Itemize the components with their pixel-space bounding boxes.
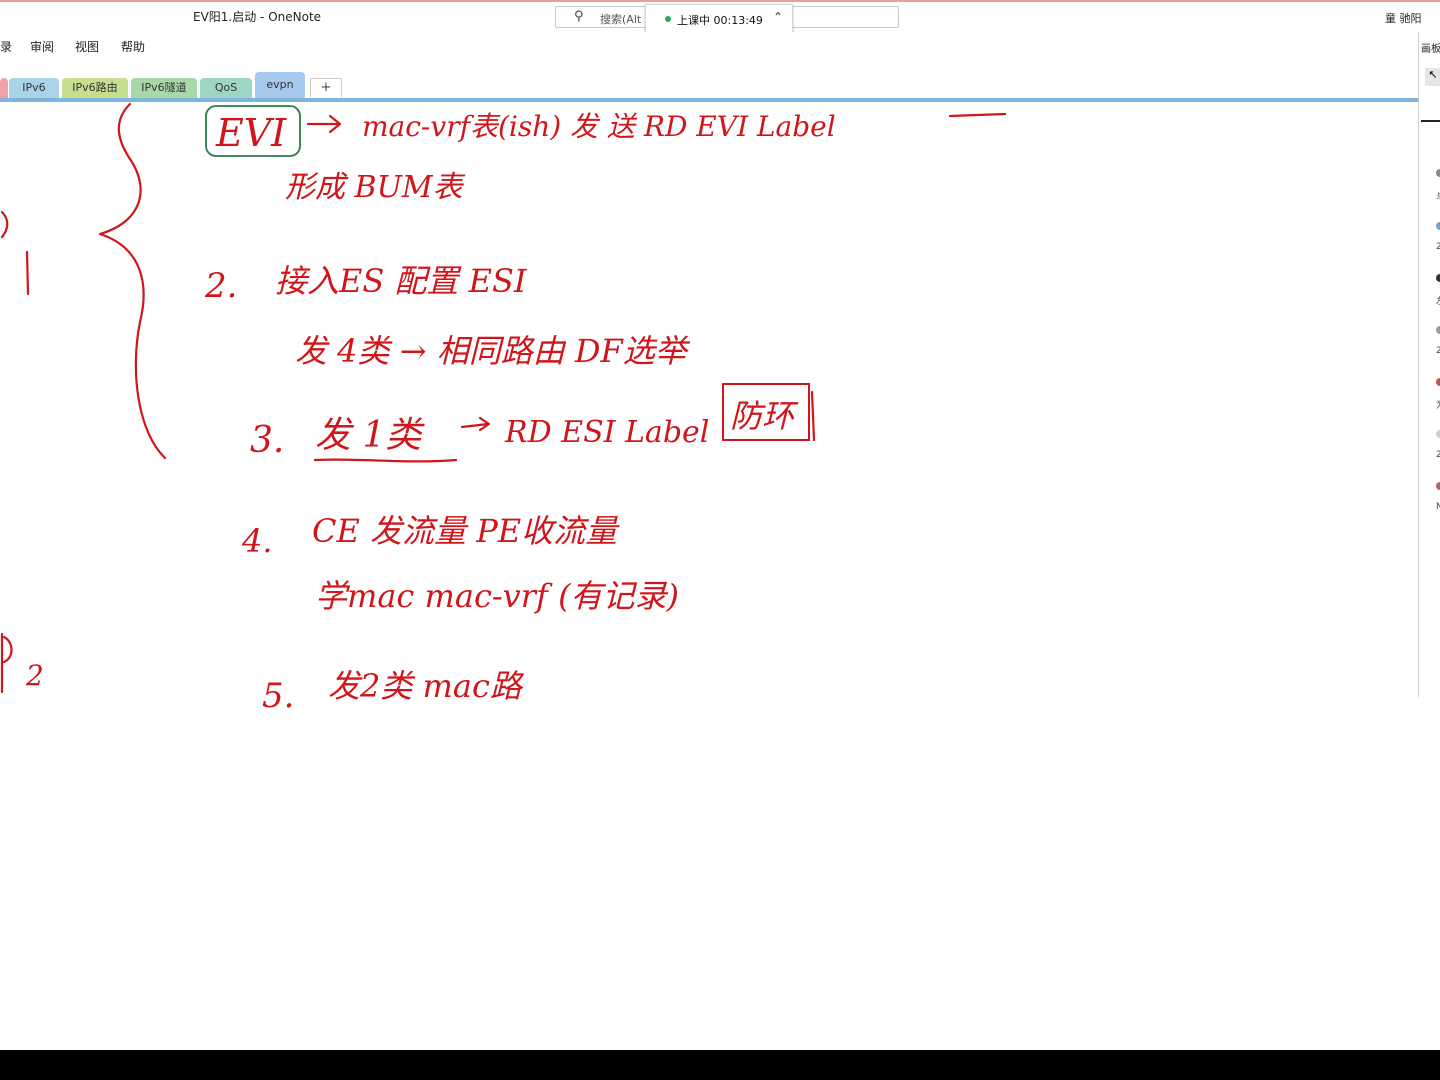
note-canvas[interactable]: 2 EVI mac-vrf表(ish) 发 送 RD EVI Label 形成 … <box>0 102 1418 1050</box>
tab-ipv6[interactable]: IPv6 <box>9 78 59 98</box>
ribbon-menu: 录 审阅 视图 帮助 <box>0 32 1420 60</box>
participant-initial: 与 <box>1436 190 1440 203</box>
participant-avatar[interactable] <box>1436 482 1440 490</box>
item-5-number: 5. <box>262 676 294 716</box>
left-stroke-2 <box>25 250 30 296</box>
left-stroke-1 <box>0 210 9 239</box>
participant-initial: 2 <box>1436 242 1440 252</box>
recording-status-icon <box>665 16 671 22</box>
side-panel-divider <box>1421 120 1440 122</box>
tab-partial[interactable] <box>0 78 8 98</box>
bottom-black-bar <box>0 1050 1440 1080</box>
search-icon: ⚲ <box>574 9 584 24</box>
item-5-text: 发2类 mac路 <box>328 667 525 705</box>
item-4-text: CE 发流量 PE收流量 <box>312 512 620 550</box>
menu-item-view[interactable]: 视图 <box>75 38 99 55</box>
tab-ipv6-routing[interactable]: IPv6路由 <box>62 78 128 98</box>
class-recorder-widget[interactable]: 上课中 00:13:49 ⌃ <box>645 4 793 33</box>
user-name[interactable]: 童 驰阳 <box>1385 10 1422 26</box>
tab-qos[interactable]: QoS <box>200 78 252 98</box>
item-3-box-text: 防环 <box>730 397 799 435</box>
search-input[interactable]: 搜索(Alt <box>600 11 641 27</box>
item-4b-text: 学mac mac-vrf (有记录) <box>315 577 679 615</box>
participant-avatar[interactable] <box>1436 274 1440 282</box>
title-bar: EV阳1.启动 - OneNote ⚲ 搜索(Alt 上课中 00:13:49 … <box>0 0 1440 33</box>
item-3-text: 发 1类 <box>315 415 425 456</box>
participant-avatar[interactable] <box>1436 169 1440 177</box>
item-2-text: 接入ES 配置 ESI <box>275 262 528 300</box>
participant-avatar[interactable] <box>1436 378 1440 386</box>
tab-evpn[interactable]: evpn <box>255 72 305 98</box>
participant-avatar[interactable] <box>1436 326 1440 334</box>
menu-item-review[interactable]: 审阅 <box>30 38 54 55</box>
item-3-number: 3. <box>250 420 284 461</box>
evi-text: EVI <box>215 111 287 155</box>
participant-initial: 2 <box>1436 346 1440 356</box>
note-line-1: mac-vrf表(ish) 发 送 RD EVI Label <box>362 110 836 143</box>
item-2b-text: 发 4类 → 相同路由 DF选举 <box>295 332 691 370</box>
participant-avatar[interactable] <box>1436 222 1440 230</box>
item-4-number: 4. <box>241 522 273 560</box>
underline-3 <box>313 458 458 463</box>
menu-item-record[interactable]: 录 <box>0 38 12 55</box>
item-2-number: 2. <box>204 266 237 306</box>
arrow-1 <box>306 114 342 134</box>
recording-status-text: 上课中 00:13:49 <box>677 14 763 27</box>
participant-initial: 左 <box>1436 294 1440 307</box>
menu-item-help[interactable]: 帮助 <box>121 38 145 55</box>
participant-initial: N <box>1436 502 1440 512</box>
side-panel: 画板 ↖ 与 2 左 2 为 2 N <box>1418 32 1440 697</box>
box-side-stroke <box>810 390 816 442</box>
add-section-button[interactable]: + <box>310 78 342 97</box>
side-panel-title: 画板 <box>1421 44 1440 55</box>
item-3b-text: RD ESI Label <box>504 415 709 450</box>
participant-initial: 为 <box>1436 398 1440 411</box>
left-label-2-digit: 2 <box>25 659 44 692</box>
participant-initial: 2 <box>1436 450 1440 460</box>
tab-ipv6-tunnel[interactable]: IPv6隧道 <box>131 78 197 98</box>
chevron-up-icon[interactable]: ⌃ <box>773 10 783 24</box>
left-stroke-p2 <box>0 632 13 694</box>
window-title: EV阳1.启动 - OneNote <box>193 10 322 24</box>
participant-avatar[interactable] <box>1436 430 1440 438</box>
arrow-3 <box>460 416 491 432</box>
cursor-tool-icon[interactable]: ↖ <box>1425 68 1440 86</box>
underline-1 <box>948 112 1007 118</box>
note-line-1b: 形成 BUM表 <box>285 170 466 205</box>
brace-stroke <box>98 102 167 460</box>
